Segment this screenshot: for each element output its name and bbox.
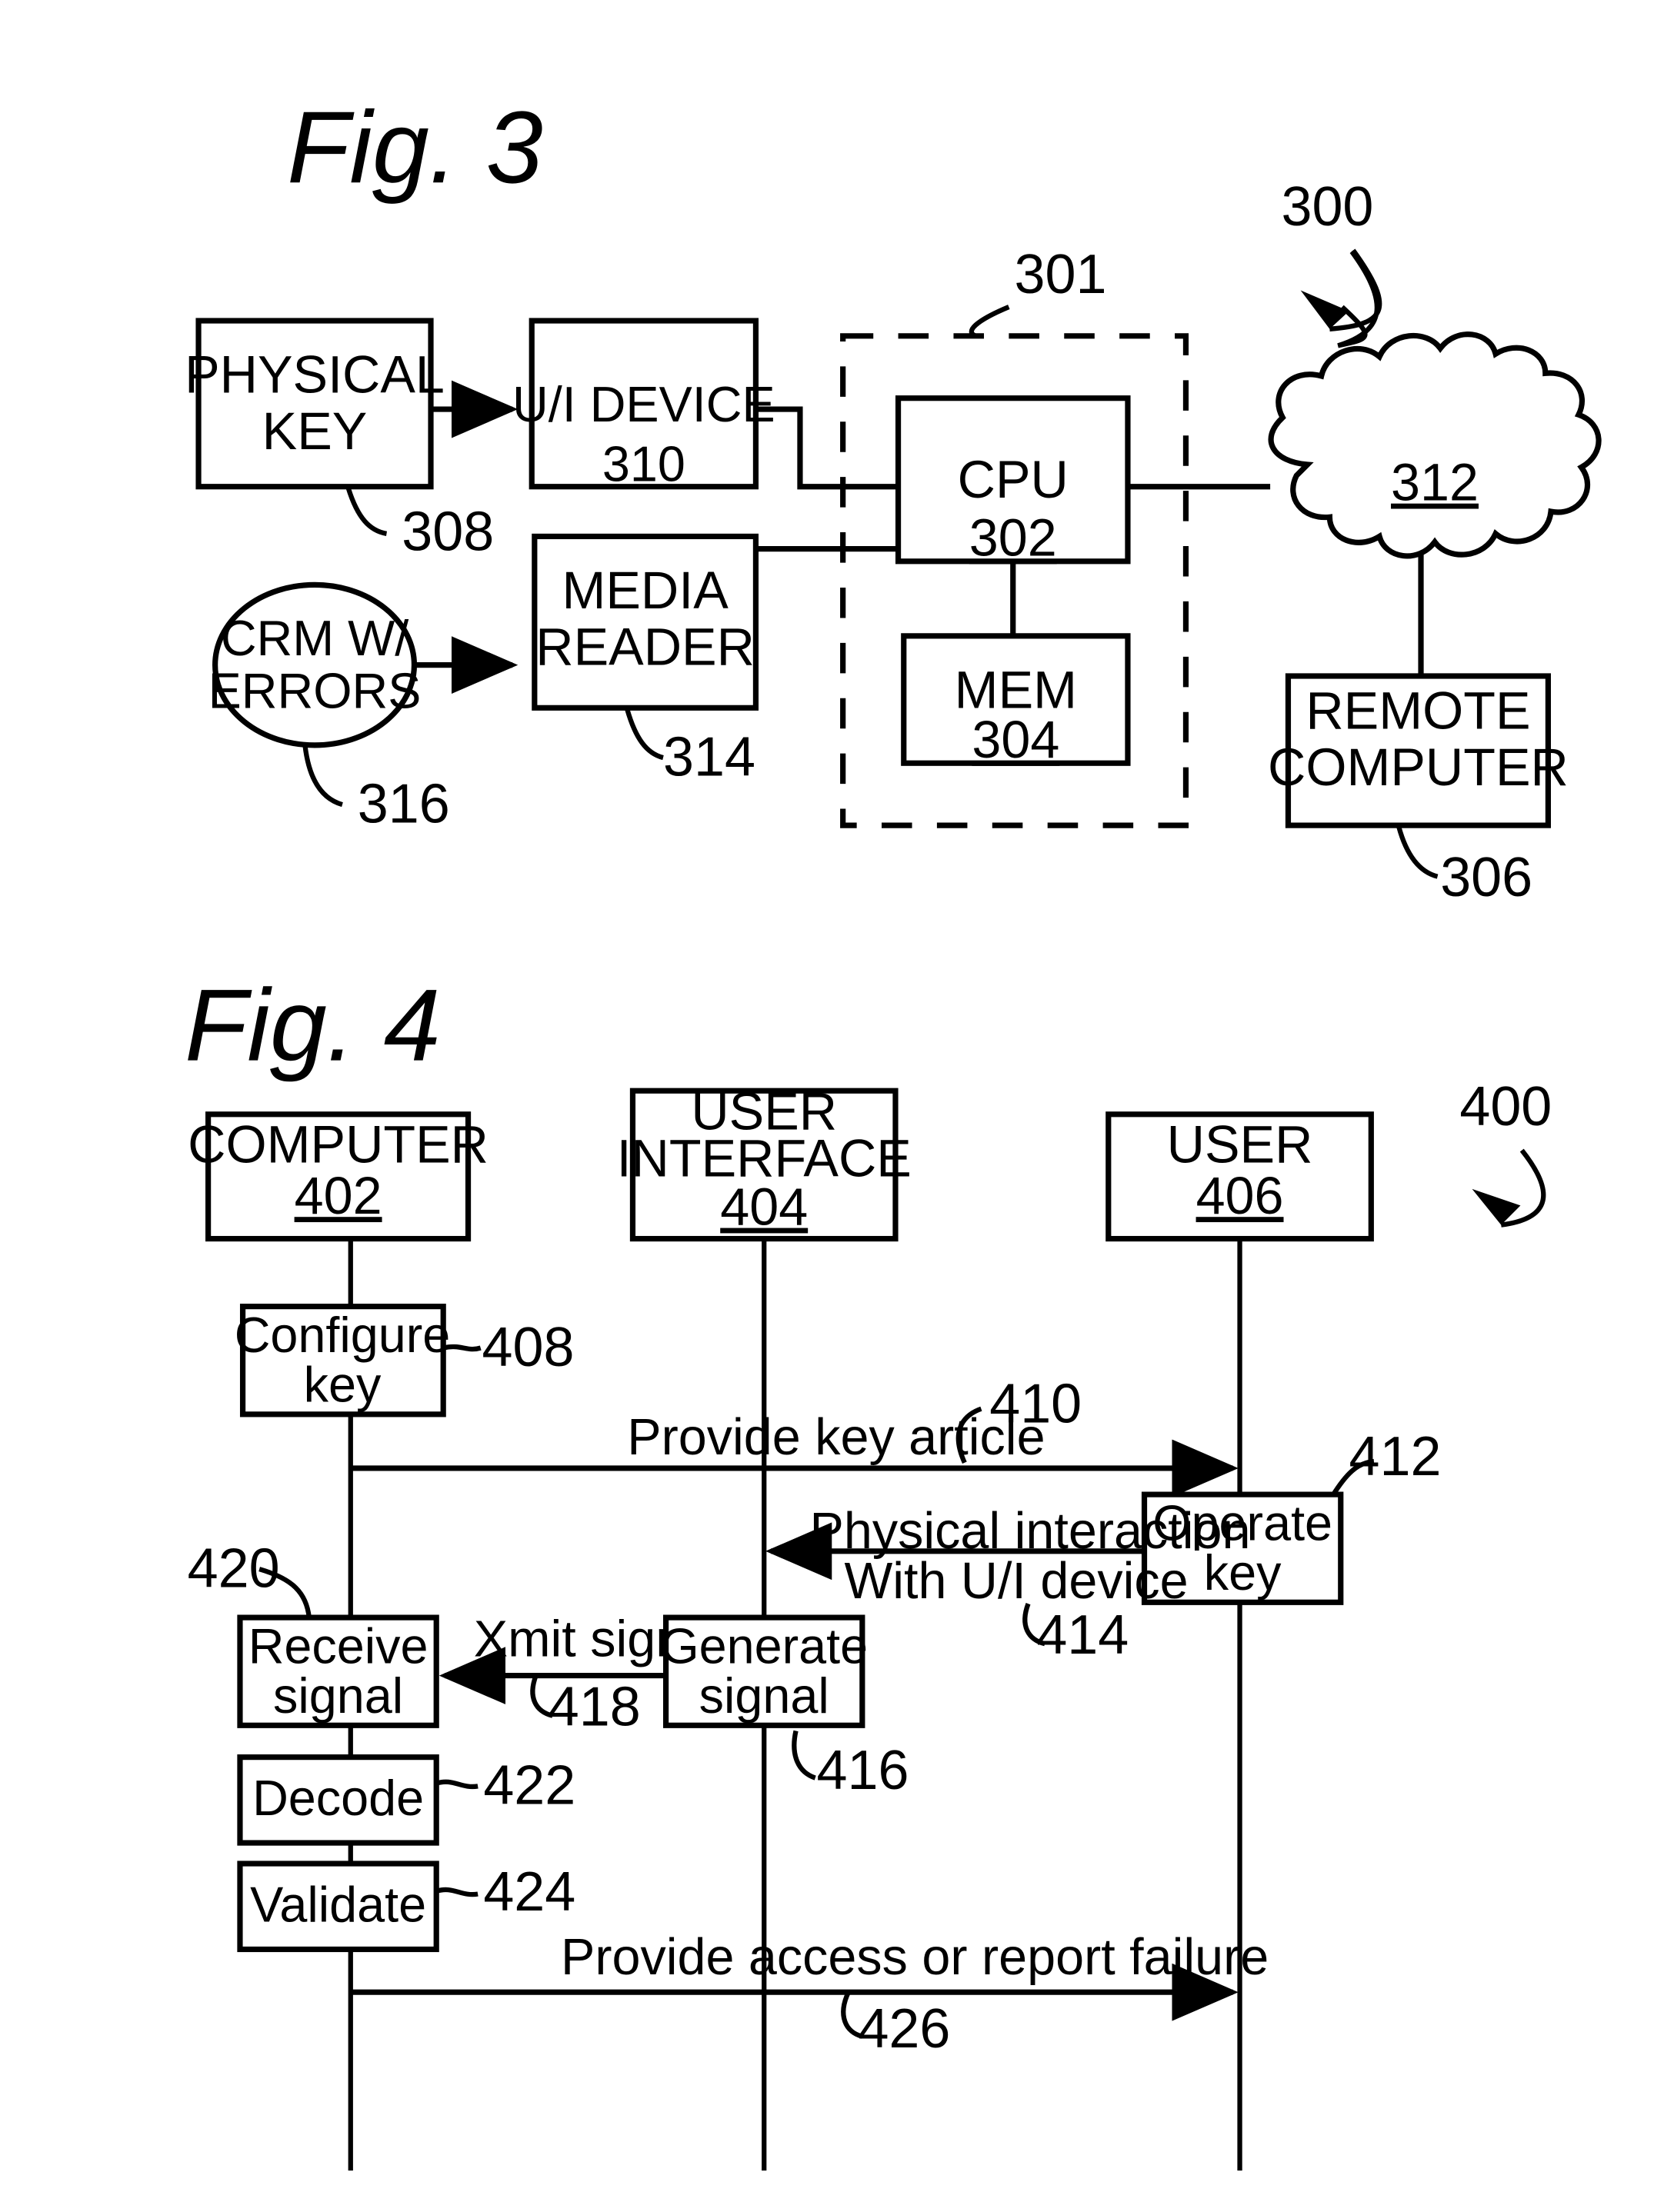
lane-header-user-ref-406: 406: [1196, 1167, 1284, 1225]
line-ui-device-to-cpu: [755, 406, 899, 490]
reference-308-label: 308: [402, 501, 494, 562]
reference-301-leader: [969, 305, 1010, 338]
reference-408-label: 408: [482, 1317, 575, 1378]
lane-header-computer-ref-402: 402: [295, 1167, 382, 1225]
reference-301-label: 301: [1015, 244, 1107, 305]
network-cloud-ref-312: 312: [1391, 454, 1479, 512]
reference-314-label: 314: [663, 726, 755, 788]
reference-400-label: 400: [1459, 1076, 1552, 1138]
lane-header-user-label: USER: [1167, 1116, 1313, 1174]
activation-validate-label: Validate: [250, 1877, 426, 1933]
reference-410-label: 410: [989, 1374, 1082, 1435]
message-provide-access-label: Provide access or report failure: [561, 1929, 1269, 1986]
reference-306-label: 306: [1440, 847, 1532, 908]
cpu-ref-302: 302: [969, 509, 1057, 568]
reference-300-leader: [1337, 250, 1380, 348]
crm-label-line2: ERRORS: [208, 662, 422, 718]
reference-300-label: 300: [1281, 176, 1373, 238]
reference-426-label: 426: [858, 1998, 950, 2060]
reference-308-leader: [345, 485, 388, 536]
lane-header-user-interface-ref-404: 404: [720, 1178, 808, 1237]
media-reader-label-line1: MEDIA: [562, 561, 729, 620]
reference-316-leader: [302, 745, 343, 808]
reference-414-label: 414: [1036, 1604, 1129, 1666]
reference-412-label: 412: [1349, 1426, 1442, 1487]
cpu-label: CPU: [958, 451, 1069, 509]
activation-generate-signal-line2: signal: [699, 1667, 829, 1724]
reference-316-label: 316: [358, 774, 450, 835]
reference-418-label: 418: [549, 1676, 641, 1737]
physical-key-label-line2: KEY: [262, 402, 368, 461]
message-provide-key-article-label: Provide key article: [627, 1409, 1045, 1466]
mem-ref-304: 304: [972, 711, 1059, 769]
reference-416-label: 416: [817, 1740, 909, 1801]
activation-receive-signal-line1: Receive: [248, 1617, 429, 1674]
reference-424-leader: [435, 1887, 479, 1897]
activation-configure-key-line1: Configure: [235, 1307, 451, 1363]
message-physical-interaction-line2: With U/I device: [844, 1553, 1188, 1610]
patent-drawing-sheet: Fig. 3 300 301 PHYSICAL KEY 308 U/I DEVI…: [0, 0, 1654, 2212]
activation-generate-signal-line1: Generate: [660, 1617, 868, 1674]
figures-svg: Fig. 3 300 301 PHYSICAL KEY 308 U/I DEVI…: [185, 91, 1602, 2171]
media-reader-label-line2: READER: [535, 618, 755, 677]
activation-decode-label: Decode: [252, 1770, 424, 1826]
lane-header-computer-label: COMPUTER: [188, 1116, 489, 1174]
ui-device-label: U/I DEVICE: [512, 376, 775, 432]
reference-400-arrowhead: [1472, 1188, 1521, 1225]
reference-408-leader: [442, 1344, 482, 1352]
reference-314-leader: [625, 708, 664, 761]
network-cloud: [1268, 331, 1602, 559]
figure-3-title: Fig. 3: [287, 91, 543, 205]
remote-computer-label-line1: REMOTE: [1306, 681, 1530, 740]
remote-computer-label-line2: COMPUTER: [1268, 738, 1569, 797]
figure-4-title: Fig. 4: [185, 969, 441, 1083]
reference-306-leader: [1396, 826, 1439, 879]
activation-receive-signal-line2: signal: [273, 1667, 403, 1724]
activation-configure-key-line2: key: [304, 1357, 382, 1413]
reference-300-arrowhead: [1300, 290, 1349, 329]
reference-422-label: 422: [483, 1755, 575, 1817]
reference-424-label: 424: [483, 1861, 575, 1923]
reference-416-leader: [792, 1730, 816, 1781]
physical-key-label-line1: PHYSICAL: [185, 345, 445, 404]
ui-device-ref-310: 310: [602, 436, 685, 492]
crm-label-line1: CRM W/: [221, 610, 408, 666]
reference-422-leader: [435, 1779, 479, 1790]
